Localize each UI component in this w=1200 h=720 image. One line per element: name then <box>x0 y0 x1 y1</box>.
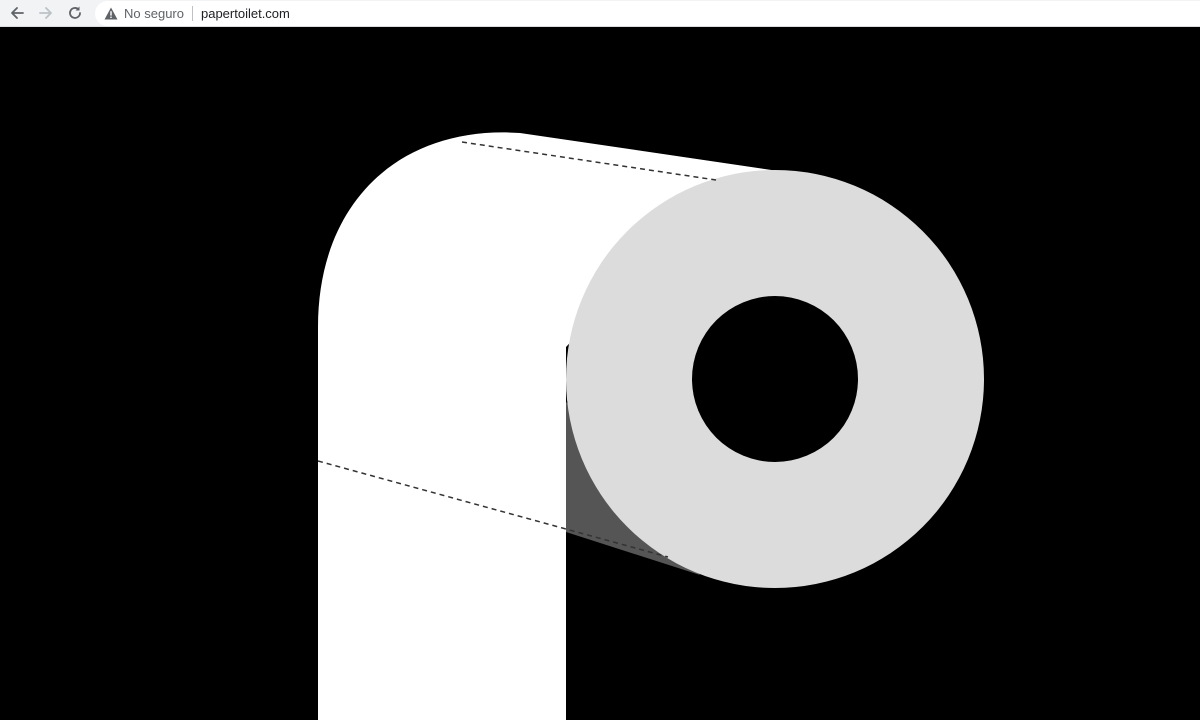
warning-triangle-icon <box>104 7 118 20</box>
page-content <box>0 27 1200 720</box>
arrow-right-icon <box>39 7 52 19</box>
security-indicator[interactable]: No seguro <box>104 6 184 21</box>
reload-button[interactable] <box>65 3 85 23</box>
roll-core-hole <box>692 296 858 462</box>
forward-button[interactable] <box>36 3 56 23</box>
address-divider <box>191 6 193 21</box>
security-label: No seguro <box>124 6 184 21</box>
browser-toolbar: No seguro papertoilet.com <box>0 0 1200 27</box>
arrow-left-icon <box>11 7 24 19</box>
url-text[interactable]: papertoilet.com <box>201 6 290 21</box>
address-bar[interactable]: No seguro papertoilet.com <box>95 1 1200 26</box>
reload-icon <box>69 6 81 19</box>
toilet-paper-roll-illustration[interactable] <box>0 27 1200 720</box>
back-button[interactable] <box>7 3 27 23</box>
